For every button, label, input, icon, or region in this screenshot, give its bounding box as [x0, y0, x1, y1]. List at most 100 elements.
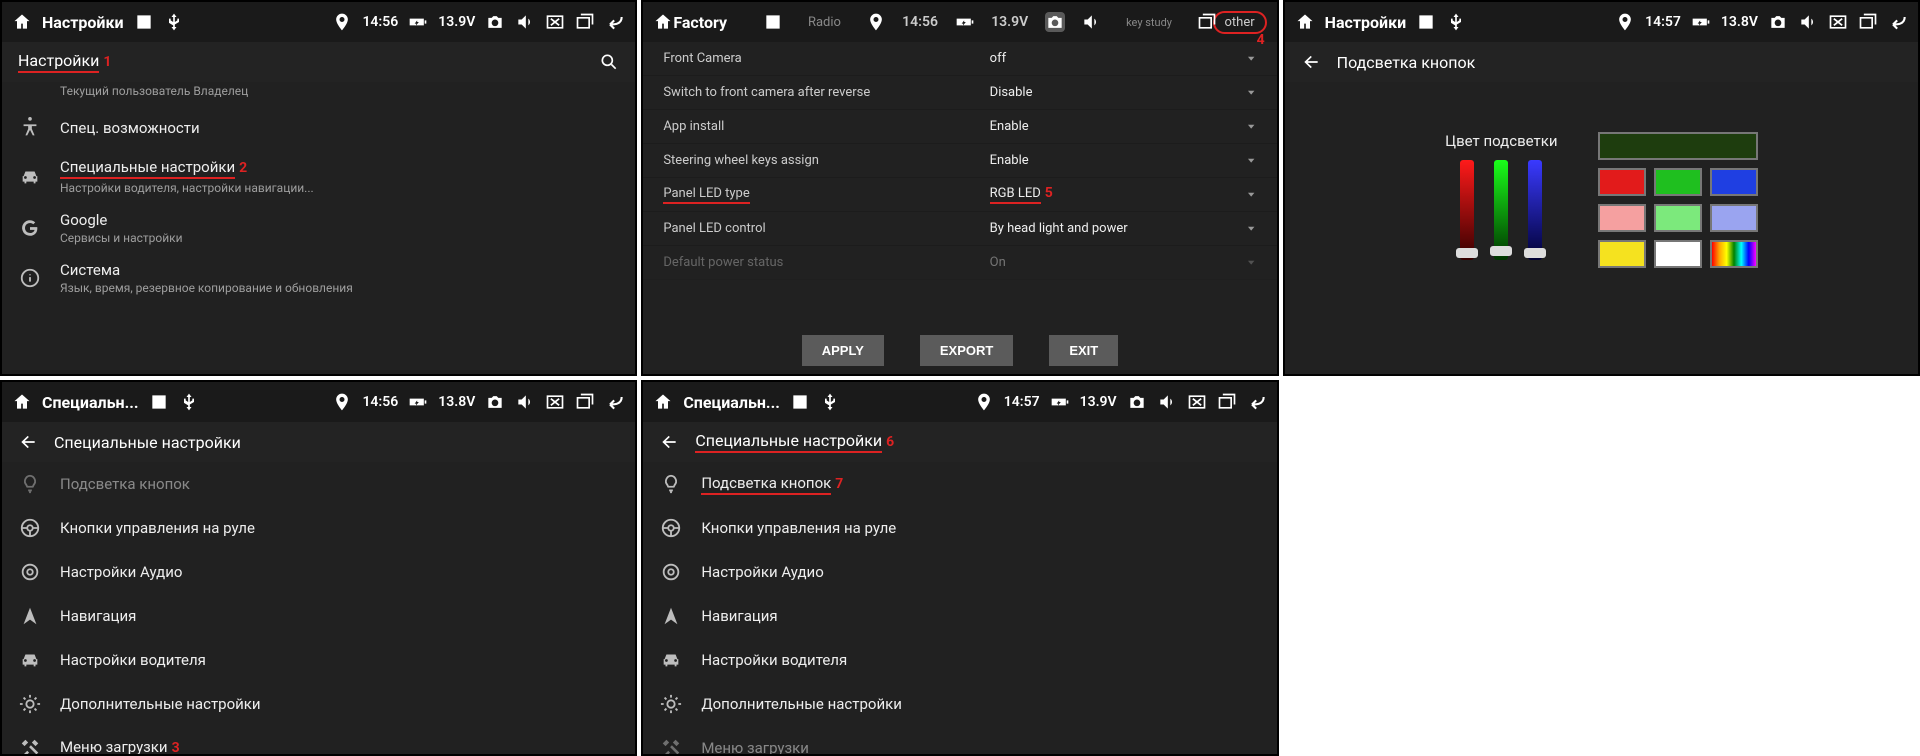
color-swatch[interactable] — [1710, 168, 1758, 196]
home-icon[interactable] — [653, 392, 673, 412]
info-icon — [18, 267, 42, 289]
clock: 14:57 — [1004, 394, 1040, 410]
list-item[interactable]: Подсветка кнопок7 — [643, 462, 1276, 506]
chevron-down-icon[interactable]: ▼ — [1246, 157, 1257, 165]
usb-icon — [179, 392, 199, 412]
volume-icon[interactable] — [1157, 392, 1177, 412]
list-item[interactable]: Спец. возможности — [2, 106, 635, 150]
factory-row[interactable]: Default power statusOn▼ — [643, 246, 1276, 280]
gear-icon — [659, 693, 683, 715]
setting-value: By head light and power — [990, 221, 1246, 236]
back-icon[interactable] — [1888, 12, 1908, 32]
picture-icon[interactable] — [149, 392, 169, 412]
camera-icon[interactable] — [1045, 12, 1065, 32]
panel-settings: Настройки 14:56 13.9V Настройки1 Текущий… — [0, 0, 637, 376]
panel-factory: Factory Radio 14:56 13.9V key study othe… — [641, 0, 1278, 376]
windows-icon[interactable] — [1217, 392, 1237, 412]
export-button[interactable]: EXPORT — [920, 335, 1013, 366]
back-arrow-icon[interactable] — [18, 432, 38, 452]
windows-icon[interactable] — [575, 12, 595, 32]
apply-button[interactable]: APPLY — [802, 335, 884, 366]
tab-radio[interactable]: Radio — [800, 15, 849, 30]
factory-row[interactable]: Switch to front camera after reverseDisa… — [643, 76, 1276, 110]
picture-icon[interactable] — [790, 392, 810, 412]
tab-other[interactable]: other — [1213, 11, 1267, 34]
list-item[interactable]: Дополнительные настройки — [2, 682, 635, 726]
close-icon[interactable] — [545, 12, 565, 32]
color-swatch[interactable] — [1598, 204, 1646, 232]
chevron-down-icon[interactable]: ▼ — [1246, 89, 1257, 97]
list-item[interactable]: Кнопки управления на руле — [2, 506, 635, 550]
factory-row[interactable]: Panel LED typeRGB LED5▼ — [643, 178, 1276, 212]
list-item[interactable]: Специальные настройки2Настройки водителя… — [2, 150, 635, 203]
back-icon[interactable] — [1247, 392, 1267, 412]
home-icon[interactable] — [1295, 12, 1315, 32]
close-icon[interactable] — [545, 392, 565, 412]
settings-list: Текущий пользователь Владелец Спец. возм… — [2, 82, 635, 374]
chevron-down-icon[interactable]: ▼ — [1246, 55, 1257, 63]
chevron-down-icon[interactable]: ▼ — [1246, 191, 1257, 199]
color-swatch[interactable] — [1654, 240, 1702, 268]
list-item[interactable]: Подсветка кнопок — [2, 462, 635, 506]
close-icon[interactable] — [1187, 392, 1207, 412]
factory-row[interactable]: Steering wheel keys assignEnable▼ — [643, 144, 1276, 178]
close-icon[interactable] — [1828, 12, 1848, 32]
windows-icon[interactable] — [1858, 12, 1878, 32]
windows-icon[interactable] — [1197, 12, 1217, 32]
setting-value: Enable — [990, 153, 1246, 168]
color-swatch[interactable] — [1598, 240, 1646, 268]
volume-icon[interactable] — [1798, 12, 1818, 32]
factory-row[interactable]: Panel LED controlBy head light and power… — [643, 212, 1276, 246]
list-item[interactable]: Меню загрузки — [643, 726, 1276, 754]
picture-icon[interactable] — [1416, 12, 1436, 32]
slider-red[interactable] — [1460, 160, 1474, 260]
exit-button[interactable]: EXIT — [1049, 335, 1118, 366]
volume-icon[interactable] — [515, 12, 535, 32]
factory-row[interactable]: Front Cameraoff▼ — [643, 42, 1276, 76]
list-item[interactable]: Навигация — [643, 594, 1276, 638]
tab-keystudy[interactable]: key study — [1118, 16, 1180, 29]
camera-icon[interactable] — [1127, 392, 1147, 412]
color-swatch[interactable] — [1654, 168, 1702, 196]
home-icon[interactable] — [653, 12, 673, 32]
back-arrow-icon[interactable] — [659, 432, 679, 452]
back-icon[interactable] — [605, 12, 625, 32]
list-item[interactable]: Дополнительные настройки — [643, 682, 1276, 726]
color-swatch[interactable] — [1598, 168, 1646, 196]
camera-icon[interactable] — [485, 392, 505, 412]
camera-icon[interactable] — [1768, 12, 1788, 32]
item-title: Кнопки управления на руле — [701, 519, 896, 537]
color-swatch[interactable] — [1710, 240, 1758, 268]
list-item[interactable]: Настройки водителя — [2, 638, 635, 682]
chevron-down-icon[interactable]: ▼ — [1246, 259, 1257, 267]
factory-row[interactable]: App installEnable▼ — [643, 110, 1276, 144]
windows-icon[interactable] — [575, 392, 595, 412]
color-swatch[interactable] — [1654, 204, 1702, 232]
subheader-title: Настройки — [18, 51, 99, 73]
color-swatch[interactable] — [1710, 204, 1758, 232]
list-item[interactable]: СистемаЯзык, время, резервное копировани… — [2, 253, 635, 303]
list-item[interactable]: Настройки Аудио — [643, 550, 1276, 594]
chevron-down-icon[interactable]: ▼ — [1246, 225, 1257, 233]
home-icon[interactable] — [12, 392, 32, 412]
search-icon[interactable] — [599, 52, 619, 72]
slider-green[interactable] — [1494, 160, 1508, 260]
camera-icon[interactable] — [485, 12, 505, 32]
list-item[interactable]: Настройки водителя — [643, 638, 1276, 682]
subheader-title: Подсветка кнопок — [1337, 53, 1476, 72]
list-item[interactable]: Кнопки управления на руле — [643, 506, 1276, 550]
list-item[interactable]: Настройки Аудио — [2, 550, 635, 594]
back-arrow-icon[interactable] — [1301, 52, 1321, 72]
volume-icon[interactable] — [515, 392, 535, 412]
volume-icon[interactable] — [1081, 12, 1101, 32]
picture-icon[interactable] — [134, 12, 154, 32]
list-item[interactable]: Навигация — [2, 594, 635, 638]
home-icon[interactable] — [12, 12, 32, 32]
slider-blue[interactable] — [1528, 160, 1542, 260]
back-icon[interactable] — [605, 392, 625, 412]
chevron-down-icon[interactable]: ▼ — [1246, 123, 1257, 131]
location-icon — [332, 392, 352, 412]
status-bar: Настройки 14:56 13.9V — [2, 2, 635, 42]
list-item[interactable]: Меню загрузки3 — [2, 726, 635, 754]
list-item[interactable]: GoogleСервисы и настройки — [2, 203, 635, 253]
